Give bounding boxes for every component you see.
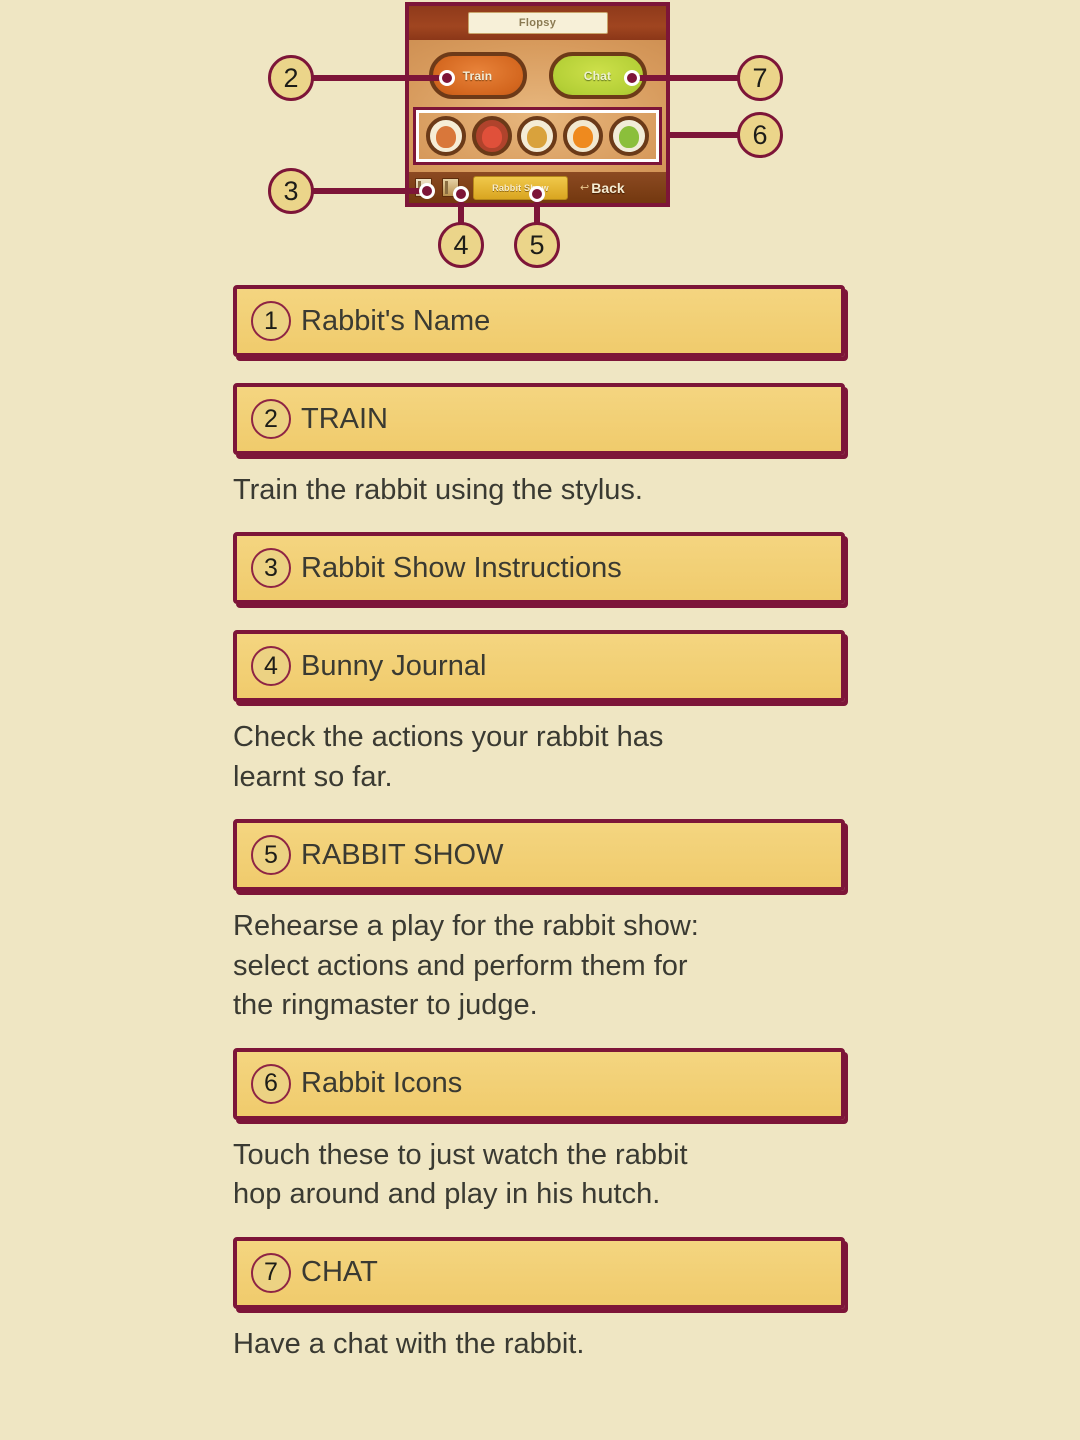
legend-entry-4: 4 Bunny Journal Check the actions your r… xyxy=(0,630,1080,819)
legend-bar-1[interactable]: 1 Rabbit's Name xyxy=(233,285,845,357)
legend-description-5: Rehearse a play for the rabbit show: sel… xyxy=(233,910,699,1022)
legend-description-6: Touch these to just watch the rabbit hop… xyxy=(233,1138,688,1211)
callout-6-number: 6 xyxy=(752,119,768,150)
rabbit-icon-1[interactable] xyxy=(425,116,466,156)
rabbit-icon-4[interactable] xyxy=(563,116,604,156)
legend-entry-6: 6 Rabbit Icons Touch these to just watch… xyxy=(0,1047,1080,1237)
callout-5-anchor-dot xyxy=(529,186,545,202)
callout-7-leader-line xyxy=(632,75,740,81)
legend-bar-7[interactable]: 7 CHAT xyxy=(233,1236,845,1309)
rabbit-icon-2[interactable] xyxy=(471,116,512,156)
callout-2-leader-line xyxy=(313,75,448,81)
legend-label-5: RABBIT SHOW xyxy=(301,838,504,871)
callout-3-anchor-dot xyxy=(419,183,435,199)
legend-description-7: Have a chat with the rabbit. xyxy=(233,1327,585,1360)
callout-7: 7 xyxy=(737,55,783,101)
rabbit-icons-highlight-box xyxy=(413,107,662,165)
rabbit-icon-5[interactable] xyxy=(609,116,650,156)
legend-entry-2: 2 TRAIN Train the rabbit using the stylu… xyxy=(0,383,1080,532)
legend-bar-3[interactable]: 3 Rabbit Show Instructions xyxy=(233,532,845,605)
legend-label-3: Rabbit Show Instructions xyxy=(301,551,622,584)
legend-bar-6[interactable]: 6 Rabbit Icons xyxy=(233,1047,845,1120)
train-button-label: Train xyxy=(462,68,493,83)
callout-7-anchor-dot xyxy=(624,70,640,86)
legend-entry-3: 3 Rabbit Show Instructions xyxy=(0,532,1080,630)
legend-number-7: 7 xyxy=(251,1252,291,1293)
legend-bar-4[interactable]: 4 Bunny Journal xyxy=(233,630,845,703)
legend-label-7: CHAT xyxy=(301,1256,378,1288)
legend-number-6: 6 xyxy=(251,1063,291,1104)
rabbit-name-value: Flopsy xyxy=(518,17,557,29)
callout-3-number: 3 xyxy=(283,175,299,206)
callout-7-number: 7 xyxy=(752,62,768,93)
legend-label-6: Rabbit Icons xyxy=(301,1067,463,1100)
annotated-screenshot-diagram: Flopsy Train Chat Rabbit Show ↩ Back 2 3… xyxy=(0,0,1080,280)
callout-2: 2 xyxy=(268,55,314,101)
legend-entry-7: 7 CHAT Have a chat with the rabbit. xyxy=(0,1236,1080,1364)
legend-label-1: Rabbit's Name xyxy=(301,304,491,337)
legend-list: 1 Rabbit's Name 2 TRAIN Train the rabbit… xyxy=(0,285,1080,1364)
legend-number-5: 5 xyxy=(251,835,291,876)
callout-6-leader-line xyxy=(666,132,740,138)
legend-number-3: 3 xyxy=(251,548,291,589)
callout-2-anchor-dot xyxy=(439,70,455,86)
legend-entry-5: 5 RABBIT SHOW Rehearse a play for the ra… xyxy=(0,819,1080,1047)
legend-description-2: Train the rabbit using the stylus. xyxy=(233,474,643,506)
callout-4-number: 4 xyxy=(453,229,469,260)
callout-2-number: 2 xyxy=(283,62,299,93)
legend-bar-2[interactable]: 2 TRAIN xyxy=(233,383,845,455)
legend-number-2: 2 xyxy=(251,399,291,439)
back-button-label: Back xyxy=(591,179,625,196)
callout-3-leader-line xyxy=(313,188,428,194)
back-arrow-icon: ↩ xyxy=(580,182,590,194)
legend-label-2: TRAIN xyxy=(301,402,388,435)
legend-description-4: Check the actions your rabbit has learnt… xyxy=(233,721,664,793)
callout-4: 4 xyxy=(438,222,484,268)
rabbit-icon-3[interactable] xyxy=(517,116,558,156)
callout-3: 3 xyxy=(268,168,314,214)
legend-bar-5[interactable]: 5 RABBIT SHOW xyxy=(233,819,845,892)
rabbit-show-button[interactable]: Rabbit Show xyxy=(473,175,568,200)
legend-label-4: Bunny Journal xyxy=(301,649,487,682)
legend-number-1: 1 xyxy=(251,301,291,341)
callout-5: 5 xyxy=(514,222,560,268)
callout-4-anchor-dot xyxy=(453,186,469,202)
game-screenshot: Flopsy Train Chat Rabbit Show ↩ Back xyxy=(405,2,670,207)
callout-6: 6 xyxy=(737,112,783,158)
rabbit-name-field[interactable]: Flopsy xyxy=(467,12,608,34)
legend-number-4: 4 xyxy=(251,646,291,687)
back-button[interactable]: ↩ Back xyxy=(580,180,625,196)
callout-5-number: 5 xyxy=(529,229,545,260)
legend-entry-1: 1 Rabbit's Name xyxy=(0,285,1080,383)
chat-button-label: Chat xyxy=(583,68,612,83)
